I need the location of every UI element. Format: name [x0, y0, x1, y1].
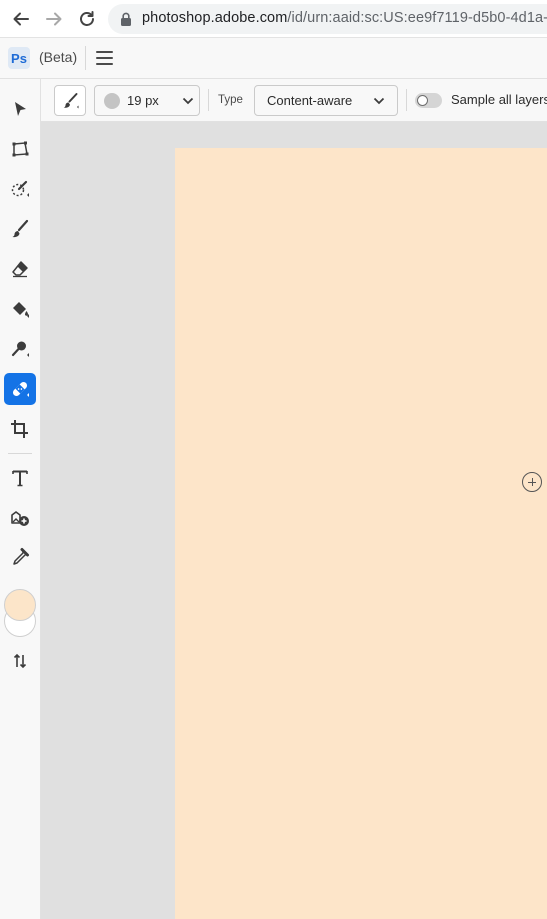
- type-label: Type: [218, 94, 243, 106]
- header-divider: [85, 46, 86, 70]
- eyedropper-tool[interactable]: [4, 541, 36, 573]
- lock-icon: [121, 12, 131, 26]
- crop-icon: [11, 420, 28, 438]
- swap-icon: [13, 653, 27, 669]
- back-button[interactable]: [10, 8, 32, 30]
- arrow-pointer-icon: [15, 102, 26, 116]
- brush-tool[interactable]: [4, 213, 36, 245]
- paint-bucket-tool[interactable]: [4, 293, 36, 325]
- brush-size-preview-icon: [104, 93, 120, 109]
- type-dropdown[interactable]: Content-aware: [254, 85, 398, 116]
- options-divider: [406, 89, 407, 111]
- menu-hamburger-icon[interactable]: [96, 50, 113, 66]
- toolbar-divider: [8, 453, 32, 454]
- reload-icon: [80, 11, 94, 26]
- paint-bucket-icon: [13, 302, 29, 318]
- sample-all-layers-label: Sample all layers: [451, 92, 547, 107]
- dodge-icon: [11, 341, 29, 357]
- brush-preset-button[interactable]: [54, 85, 86, 116]
- sample-all-layers-toggle[interactable]: [415, 93, 442, 108]
- browser-bar: photoshop.adobe.com/id/urn:aaid:sc:US:ee…: [0, 0, 547, 38]
- bandage-icon: [12, 381, 29, 397]
- eyedropper-icon: [13, 548, 29, 565]
- chevron-down-icon: [182, 97, 194, 105]
- forward-arrow-icon: [46, 12, 62, 26]
- address-bar[interactable]: photoshop.adobe.com/id/urn:aaid:sc:US:ee…: [108, 4, 547, 34]
- photoshop-logo: Ps: [8, 47, 30, 69]
- brush-preset-icon: [63, 92, 79, 108]
- document-canvas[interactable]: [175, 148, 547, 919]
- quick-selection-icon: [11, 180, 29, 197]
- move-tool[interactable]: [4, 93, 36, 125]
- transform-tool[interactable]: [4, 133, 36, 165]
- options-bar: 19 px Type Content-aware Sample all laye…: [41, 79, 547, 122]
- url-host: photoshop.adobe.com: [142, 10, 288, 26]
- brush-size-value: 19 px: [127, 93, 159, 108]
- options-divider: [208, 89, 209, 111]
- type-icon: [12, 470, 28, 487]
- crop-tool[interactable]: [4, 413, 36, 445]
- workspace: [41, 122, 547, 919]
- spot-healing-tool[interactable]: [4, 373, 36, 405]
- url-text: photoshop.adobe.com/id/urn:aaid:sc:US:ee…: [142, 10, 547, 26]
- toggle-knob: [417, 95, 428, 106]
- add-image-tool[interactable]: [4, 502, 36, 534]
- foreground-color-swatch[interactable]: [4, 589, 36, 621]
- add-image-icon: [11, 511, 29, 526]
- eraser-icon: [12, 261, 28, 278]
- chevron-down-icon: [373, 97, 385, 105]
- brush-cursor-icon: [522, 472, 542, 492]
- beta-label: (Beta): [39, 49, 78, 65]
- quick-selection-tool[interactable]: [4, 173, 36, 205]
- app-header: Ps (Beta): [0, 38, 547, 79]
- brush-icon: [12, 219, 29, 238]
- forward-button[interactable]: [43, 8, 65, 30]
- reload-button[interactable]: [76, 8, 98, 30]
- tools-panel: [0, 79, 41, 919]
- type-tool[interactable]: [4, 462, 36, 494]
- brush-size-dropdown[interactable]: 19 px: [94, 85, 200, 116]
- back-arrow-icon: [13, 12, 29, 26]
- type-value: Content-aware: [267, 93, 353, 108]
- url-path: /id/urn:aaid:sc:US:ee9f7119-d5b0-4d1a-: [287, 10, 547, 26]
- dodge-tool[interactable]: [4, 333, 36, 365]
- swap-colors-button[interactable]: [4, 645, 36, 677]
- transform-icon: [12, 141, 29, 157]
- eraser-tool[interactable]: [4, 253, 36, 285]
